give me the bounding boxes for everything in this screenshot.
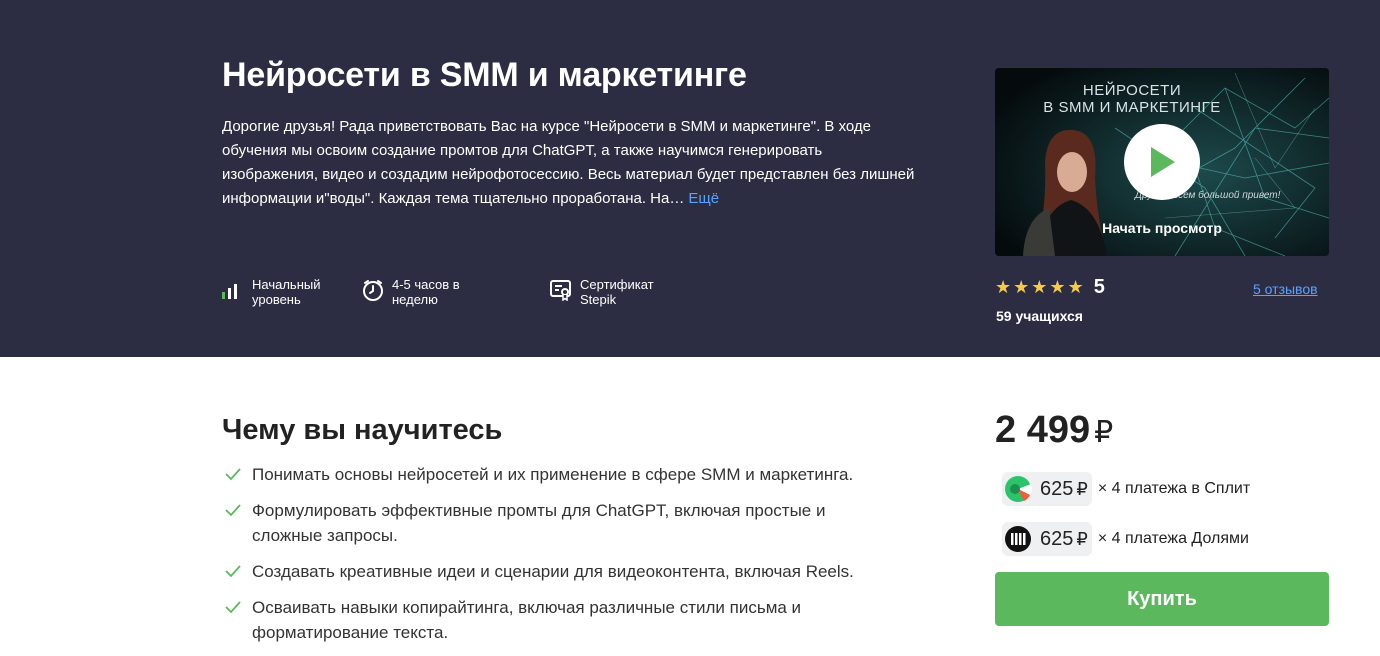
split-logo-icon	[1005, 476, 1032, 502]
students-count: 59 учащихся	[996, 308, 1083, 324]
learn-item-text: Понимать основы нейросетей и их применен…	[252, 465, 854, 484]
rating-stars-icon: ★★★★★	[995, 277, 1086, 297]
dolyami-currency: ₽	[1076, 528, 1088, 549]
rating-value: 5	[1093, 276, 1105, 298]
dolyami-label: × 4 платежа Долями	[1097, 530, 1249, 547]
feature-level: Начальный уровень	[222, 277, 342, 307]
dolyami-logo-icon	[1005, 526, 1031, 552]
list-item: Осваивать навыки копирайтинга, включая р…	[222, 595, 882, 645]
split-label: × 4 платежа в Сплит	[1097, 480, 1251, 497]
feature-certificate: Сертификат Stepik	[550, 277, 670, 307]
price-value: 2 499	[995, 409, 1091, 451]
check-icon	[225, 565, 241, 578]
feature-hours-label: 4-5 часов в неделю	[392, 277, 460, 307]
split-amount: 625	[1040, 477, 1074, 500]
level-bars-icon	[222, 284, 237, 299]
video-caption: Начать просмотр	[1102, 220, 1222, 236]
feature-hours: 4-5 часов в неделю	[362, 277, 482, 307]
video-title-line1: НЕЙРОСЕТИ	[1082, 82, 1182, 99]
course-title: Нейросети в SMM и маркетинге	[222, 56, 747, 94]
play-button[interactable]	[1124, 124, 1200, 200]
feature-certificate-label: Сертификат Stepik	[580, 277, 654, 307]
course-price: 2 499 ₽	[995, 409, 1113, 452]
course-header: Нейросети в SMM и маркетинге Дорогие дру…	[0, 0, 1380, 357]
dolyami-chip: 625 ₽	[1002, 522, 1092, 556]
learn-item-text: Формулировать эффективные промты для Cha…	[252, 501, 826, 545]
clock-icon	[363, 280, 383, 301]
dolyami-amount: 625	[1040, 527, 1074, 550]
check-icon	[225, 468, 241, 481]
certificate-icon	[550, 280, 571, 301]
video-preview[interactable]: НЕЙРОСЕТИ В SMM И МАРКЕТИНГЕ Друзья, все…	[995, 68, 1329, 256]
split-chip: 625 ₽	[1002, 472, 1092, 506]
price-currency: ₽	[1094, 416, 1114, 449]
dolyami-amount-wrap: 625 ₽	[1040, 528, 1088, 551]
video-title: НЕЙРОСЕТИ В SMM И МАРКЕТИНГЕ	[995, 82, 1269, 116]
more-link[interactable]: Ещё	[688, 190, 719, 207]
list-item: Создавать креативные идеи и сценарии для…	[222, 559, 882, 584]
check-icon	[225, 504, 241, 517]
learn-list: Понимать основы нейросетей и их применен…	[222, 462, 882, 656]
course-description: Дорогие друзья! Рада приветствовать Вас …	[222, 115, 922, 211]
dolyami-payment-option[interactable]: 625 ₽ × 4 платежа Долями	[1002, 522, 1249, 556]
play-icon	[1151, 147, 1175, 177]
learn-heading: Чему вы научитесь	[222, 414, 503, 446]
split-currency: ₽	[1076, 478, 1088, 499]
buy-button[interactable]: Купить	[995, 572, 1329, 626]
course-description-text: Дорогие друзья! Рада приветствовать Вас …	[222, 118, 915, 207]
learn-item-text: Осваивать навыки копирайтинга, включая р…	[252, 598, 802, 642]
check-icon	[225, 601, 241, 614]
video-title-line2: В SMM И МАРКЕТИНГЕ	[1043, 99, 1221, 116]
rating-summary: ★★★★★ 5	[995, 276, 1105, 299]
split-amount-wrap: 625 ₽	[1040, 478, 1088, 501]
list-item: Формулировать эффективные промты для Cha…	[222, 498, 882, 548]
list-item: Понимать основы нейросетей и их применен…	[222, 462, 882, 487]
feature-level-label: Начальный уровень	[252, 277, 321, 307]
split-payment-option[interactable]: 625 ₽ × 4 платежа в Сплит	[1002, 472, 1250, 506]
learn-item-text: Создавать креативные идеи и сценарии для…	[252, 562, 854, 581]
reviews-link[interactable]: 5 отзывов	[1253, 281, 1318, 297]
